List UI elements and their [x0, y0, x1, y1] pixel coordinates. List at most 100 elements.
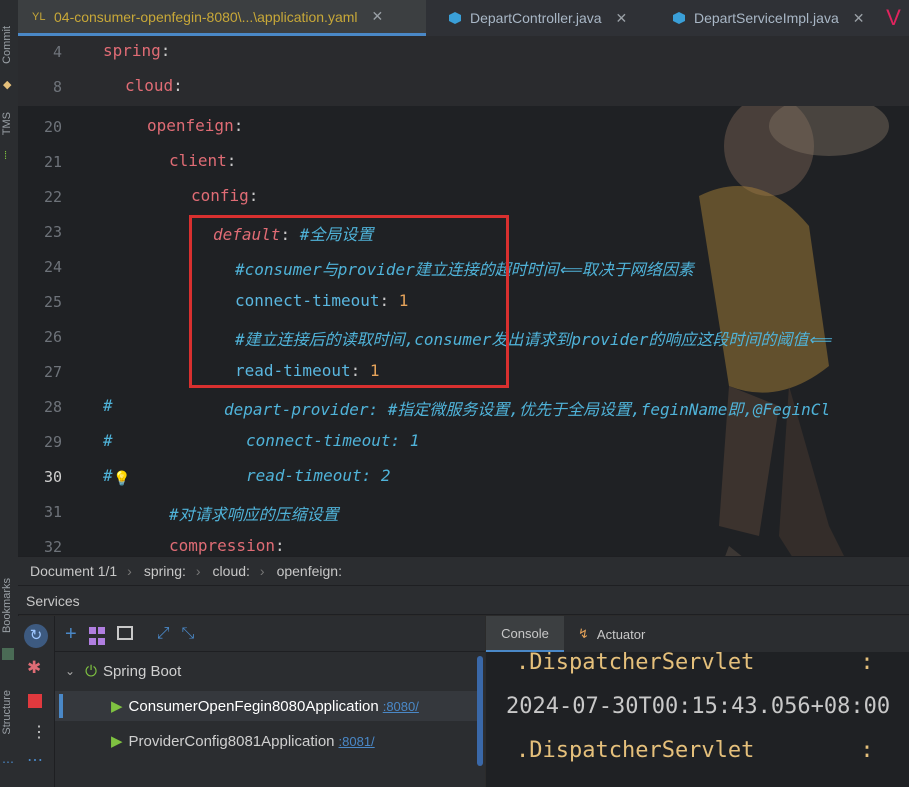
tab-depart-service-impl[interactable]: DepartServiceImpl.java ✕ [648, 0, 902, 36]
yaml-key: cloud [125, 76, 174, 95]
tree-group-label: Spring Boot [102, 662, 182, 680]
services-tree: + ⤢ ⤡ ⌄ ⏻ Spring Boot ▶ ConsumerOpenFegi… [55, 616, 485, 787]
comment-marker: # [103, 466, 113, 485]
line-number: 22 [43, 188, 62, 206]
more-tools-icon[interactable]: ⋯ [27, 750, 43, 770]
yaml-colon: : [361, 466, 372, 485]
tree-toolbar: + ⤢ ⤡ [65, 622, 194, 646]
bookmarks-tool-button[interactable]: Bookmarks [1, 578, 13, 633]
code-line[interactable]: # depart-provider: #指定微服务设置,优先于全局设置,fegin… [103, 396, 831, 420]
tab-depart-controller[interactable]: DepartController.java ✕ [428, 0, 666, 36]
breadcrumb: Document 1/1 › spring: › cloud: › openfe… [18, 556, 909, 585]
comment-marker: # [103, 396, 113, 415]
tab-console[interactable]: Console [486, 616, 564, 652]
breadcrumb-spring[interactable]: spring: [144, 563, 186, 579]
chevron-down-icon[interactable]: ⌄ [65, 664, 75, 678]
close-tab-icon[interactable]: ✕ [853, 10, 865, 27]
tree-item-provider[interactable]: ▶ ProviderConfig8081Application :8081/ [55, 726, 531, 756]
refresh-icon[interactable]: ↻ [24, 624, 48, 648]
console-panel: Console ↯ Actuator .DispatcherServlet : … [486, 616, 909, 787]
line-number: 20 [43, 118, 62, 136]
yaml-key: depart-provider [224, 400, 369, 419]
code-editor[interactable]: 20 openfeign: 21 client: 22 config: 23 default:… [18, 36, 909, 556]
code-line[interactable]: spring: [103, 41, 170, 60]
collapse-all-icon[interactable]: ⤡ [182, 622, 195, 646]
left-tool-strip: Commit ◆ TMS ⁞ Bookmarks Structure ⋯ [0, 0, 19, 787]
tms-tool-button[interactable]: TMS [1, 112, 13, 135]
code-line[interactable]: # read-timeout: 2 [103, 466, 391, 485]
code-line[interactable]: cloud: [125, 76, 183, 95]
structure-tool-button[interactable]: Structure [1, 690, 13, 735]
yaml-key: spring [103, 41, 161, 60]
code-line[interactable]: #对请求响应的压缩设置 [169, 501, 339, 525]
console-line: 2024-07-30T00:15:43.056+08:00 [506, 694, 891, 719]
yaml-key: compression [169, 536, 275, 555]
run-icon: ▶ [111, 733, 123, 750]
code-line[interactable]: client: [169, 151, 236, 170]
tree-scrollbar[interactable] [477, 656, 483, 766]
tab-application-yaml[interactable]: YL 04-consumer-openfegin-8080\...\applic… [18, 0, 426, 36]
tab-actuator[interactable]: ↯ Actuator [578, 616, 645, 652]
editor-tab-bar: YL 04-consumer-openfegin-8080\...\applic… [18, 0, 909, 37]
group-icon[interactable] [88, 627, 105, 646]
highlight-box [189, 215, 509, 388]
line-number: 25 [43, 293, 62, 311]
yaml-file-icon: YL [32, 10, 46, 23]
yaml-colon: : [173, 76, 183, 95]
breadcrumb-separator: › [195, 563, 201, 579]
breadcrumb-openfeign[interactable]: openfeign: [277, 563, 342, 579]
debug-icon[interactable]: ✱ [27, 658, 41, 678]
services-toolbar: ↻ ✱ ⋮ ⋯ [18, 616, 55, 787]
app-name: ConsumerOpenFegin8080Application [128, 697, 379, 715]
expand-all-icon[interactable]: ⤢ [157, 622, 170, 646]
code-line[interactable]: config: [191, 186, 258, 205]
yaml-colon: : [233, 116, 244, 135]
line-number: 29 [43, 433, 62, 451]
stop-icon[interactable] [28, 694, 42, 708]
vue-plugin-icon[interactable]: V [878, 0, 909, 36]
line-number: 32 [43, 538, 62, 556]
code-line[interactable]: # connect-timeout: 1 [103, 431, 419, 450]
close-tab-icon[interactable]: ✕ [372, 8, 384, 25]
java-class-icon [449, 12, 461, 24]
console-line: .DispatcherServlet : [516, 738, 874, 763]
breadcrumb-document[interactable]: Document 1/1 [30, 563, 117, 579]
yaml-key: config [191, 186, 249, 205]
tms-icon: ⁞ [4, 150, 8, 162]
yaml-key: read-timeout [246, 466, 362, 485]
line-number: 26 [43, 328, 62, 346]
more-options-icon[interactable]: ⋮ [31, 722, 47, 742]
bookmark-icon [2, 648, 14, 660]
tab-label: Actuator [596, 626, 646, 642]
yaml-value: 2 [380, 466, 391, 485]
services-header: Services [18, 585, 909, 615]
breadcrumb-separator: › [127, 563, 132, 579]
yaml-comment: #指定微服务设置,优先于全局设置,feginName即,@FeginCl [387, 400, 831, 419]
tab-label: DepartServiceImpl.java [694, 10, 839, 26]
line-number: 21 [43, 153, 62, 171]
console-line: .DispatcherServlet : [516, 650, 874, 675]
code-line[interactable]: compression: [169, 536, 285, 555]
close-tab-icon[interactable]: ✕ [616, 10, 628, 27]
tab-label: 04-consumer-openfegin-8080\...\applicati… [54, 8, 358, 25]
code-line[interactable]: openfeign: [147, 116, 243, 135]
tree-item-consumer[interactable]: ▶ ConsumerOpenFegin8080Application :8080… [55, 691, 479, 721]
yaml-colon: : [248, 186, 259, 205]
breadcrumb-separator: › [259, 563, 265, 579]
line-number: 27 [43, 363, 62, 381]
app-port-link[interactable]: :8081/ [339, 734, 375, 749]
intention-bulb-icon[interactable]: 💡 [113, 470, 130, 487]
actuator-icon: ↯ [578, 626, 589, 641]
yaml-colon: : [274, 536, 285, 555]
new-tab-icon[interactable] [116, 626, 133, 640]
yaml-key: connect-timeout [246, 431, 391, 450]
app-port-link[interactable]: :8080/ [383, 699, 419, 714]
yaml-colon: : [390, 431, 401, 450]
line-number: 23 [43, 223, 62, 241]
commit-tool-button[interactable]: Commit [1, 26, 13, 64]
breadcrumb-cloud[interactable]: cloud: [213, 563, 250, 579]
spring-boot-icon: ⏻ [85, 662, 97, 680]
divider [55, 651, 485, 652]
add-icon[interactable]: + [65, 622, 77, 646]
tree-group-spring-boot[interactable]: ⌄ ⏻ Spring Boot [55, 656, 485, 686]
